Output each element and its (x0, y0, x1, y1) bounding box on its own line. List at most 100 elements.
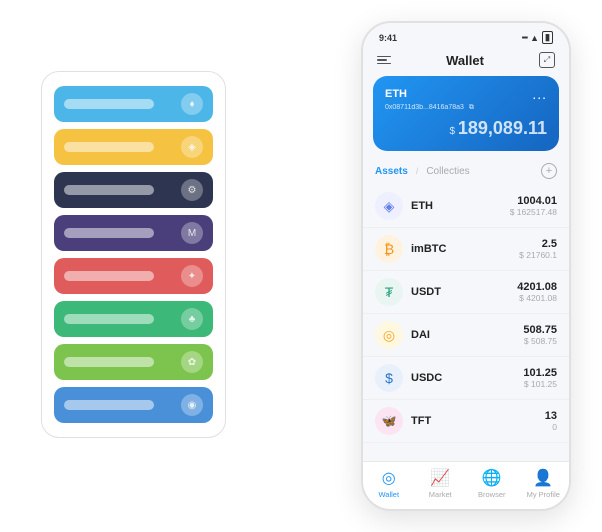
nav-label: Wallet (378, 490, 399, 499)
nav-label: Market (429, 490, 452, 499)
card-icon: ♦ (181, 93, 203, 115)
asset-amount-main: 1004.01 (510, 195, 557, 207)
hamburger-line-2 (377, 59, 387, 61)
card-icon: ♣ (181, 308, 203, 330)
eth-card[interactable]: ETH ... 0x08711d3b...8416a78a3 ⧉ $ 189,0… (373, 76, 559, 151)
asset-item[interactable]: $ USDC 101.25 $ 101.25 (363, 357, 569, 400)
nav-item-market[interactable]: 📈 Market (415, 468, 467, 499)
scene: ♦ ◈ ⚙ M ✦ ♣ ✿ ◉ 9:41 ▪▪▪ ▲ ▮ (11, 11, 591, 521)
menu-icon[interactable] (377, 56, 391, 65)
card-icon: ⚙ (181, 179, 203, 201)
bottom-nav: ◎ Wallet 📈 Market 🌐 Browser 👤 My Profile (363, 461, 569, 509)
card-item[interactable]: ⚙ (54, 172, 213, 208)
asset-icon: $ (375, 364, 403, 392)
asset-amounts: 508.75 $ 508.75 (523, 324, 557, 346)
card-icon: M (181, 222, 203, 244)
asset-amount-main: 2.5 (519, 238, 557, 250)
expand-icon[interactable]: ⤢ (539, 52, 555, 68)
card-icon: ◈ (181, 136, 203, 158)
copy-icon[interactable]: ⧉ (469, 104, 474, 111)
card-bar (64, 271, 154, 281)
asset-icon: ◈ (375, 192, 403, 220)
asset-amount-usd: 0 (545, 422, 557, 432)
asset-name: USDC (411, 372, 523, 384)
nav-icon: ◎ (382, 468, 396, 488)
asset-amount-main: 101.25 (523, 367, 557, 379)
assets-tabs: Assets / Collecties (375, 166, 470, 177)
phone-body: ETH ... 0x08711d3b...8416a78a3 ⧉ $ 189,0… (363, 76, 569, 461)
asset-icon: ₮ (375, 278, 403, 306)
card-bar (64, 400, 154, 410)
eth-card-name: ETH (385, 88, 407, 100)
tab-assets[interactable]: Assets (375, 166, 408, 177)
hamburger-line-1 (377, 56, 391, 58)
nav-label: Browser (478, 490, 506, 499)
asset-amount-main: 4201.08 (517, 281, 557, 293)
nav-item-wallet[interactable]: ◎ Wallet (363, 468, 415, 499)
card-bar (64, 185, 154, 195)
tab-collecties[interactable]: Collecties (426, 166, 469, 177)
assets-header: Assets / Collecties + (363, 159, 569, 185)
status-bar: 9:41 ▪▪▪ ▲ ▮ (363, 23, 569, 48)
asset-amount-main: 508.75 (523, 324, 557, 336)
asset-name: TFT (411, 415, 545, 427)
asset-amount-usd: $ 4201.08 (517, 293, 557, 303)
card-bar (64, 99, 154, 109)
asset-amounts: 4201.08 $ 4201.08 (517, 281, 557, 303)
asset-amount-usd: $ 101.25 (523, 379, 557, 389)
card-item[interactable]: ♦ (54, 86, 213, 122)
nav-icon: 📈 (430, 468, 450, 488)
phone-header: Wallet ⤢ (363, 48, 569, 76)
nav-icon: 🌐 (482, 468, 502, 488)
asset-amount-main: 13 (545, 410, 557, 422)
nav-item-my-profile[interactable]: 👤 My Profile (518, 468, 570, 499)
eth-card-dots[interactable]: ... (532, 86, 547, 102)
card-item[interactable]: ◈ (54, 129, 213, 165)
card-item[interactable]: ✦ (54, 258, 213, 294)
status-icons: ▪▪▪ ▲ ▮ (522, 31, 553, 44)
asset-amount-usd: $ 162517.48 (510, 207, 557, 217)
asset-name: DAI (411, 329, 523, 341)
card-bar (64, 314, 154, 324)
card-item[interactable]: ✿ (54, 344, 213, 380)
asset-amount-usd: $ 508.75 (523, 336, 557, 346)
asset-amount-usd: $ 21760.1 (519, 250, 557, 260)
card-stack: ♦ ◈ ⚙ M ✦ ♣ ✿ ◉ (41, 71, 226, 438)
nav-label: My Profile (527, 490, 560, 499)
asset-icon: ₿ (375, 235, 403, 263)
nav-item-browser[interactable]: 🌐 Browser (466, 468, 518, 499)
time-display: 9:41 (379, 33, 397, 43)
nav-icon: 👤 (533, 468, 553, 488)
eth-address: 0x08711d3b...8416a78a3 ⧉ (385, 104, 547, 112)
card-item[interactable]: M (54, 215, 213, 251)
signal-icon: ▪▪▪ (522, 33, 528, 42)
card-bar (64, 357, 154, 367)
add-asset-button[interactable]: + (541, 163, 557, 179)
asset-name: USDT (411, 286, 517, 298)
eth-balance-label: $ 189,089.11 (385, 118, 547, 139)
tab-divider: / (416, 166, 419, 176)
asset-amounts: 101.25 $ 101.25 (523, 367, 557, 389)
asset-item[interactable]: ₮ USDT 4201.08 $ 4201.08 (363, 271, 569, 314)
asset-item[interactable]: ◈ ETH 1004.01 $ 162517.48 (363, 185, 569, 228)
card-icon: ✿ (181, 351, 203, 373)
eth-card-header: ETH ... (385, 86, 547, 102)
wifi-icon: ▲ (530, 33, 539, 43)
phone-frame: 9:41 ▪▪▪ ▲ ▮ Wallet ⤢ ETH (361, 21, 571, 511)
asset-icon: 🦋 (375, 407, 403, 435)
page-title: Wallet (446, 53, 484, 68)
asset-amounts: 13 0 (545, 410, 557, 432)
card-icon: ◉ (181, 394, 203, 416)
eth-balance-value: 189,089.11 (458, 118, 547, 138)
asset-name: ETH (411, 200, 510, 212)
hamburger-line-3 (377, 63, 391, 65)
card-item[interactable]: ♣ (54, 301, 213, 337)
card-item[interactable]: ◉ (54, 387, 213, 423)
asset-list: ◈ ETH 1004.01 $ 162517.48 ₿ imBTC 2.5 $ … (363, 185, 569, 461)
card-bar (64, 142, 154, 152)
card-icon: ✦ (181, 265, 203, 287)
asset-item[interactable]: ₿ imBTC 2.5 $ 21760.1 (363, 228, 569, 271)
card-bar (64, 228, 154, 238)
asset-item[interactable]: 🦋 TFT 13 0 (363, 400, 569, 443)
asset-item[interactable]: ◎ DAI 508.75 $ 508.75 (363, 314, 569, 357)
